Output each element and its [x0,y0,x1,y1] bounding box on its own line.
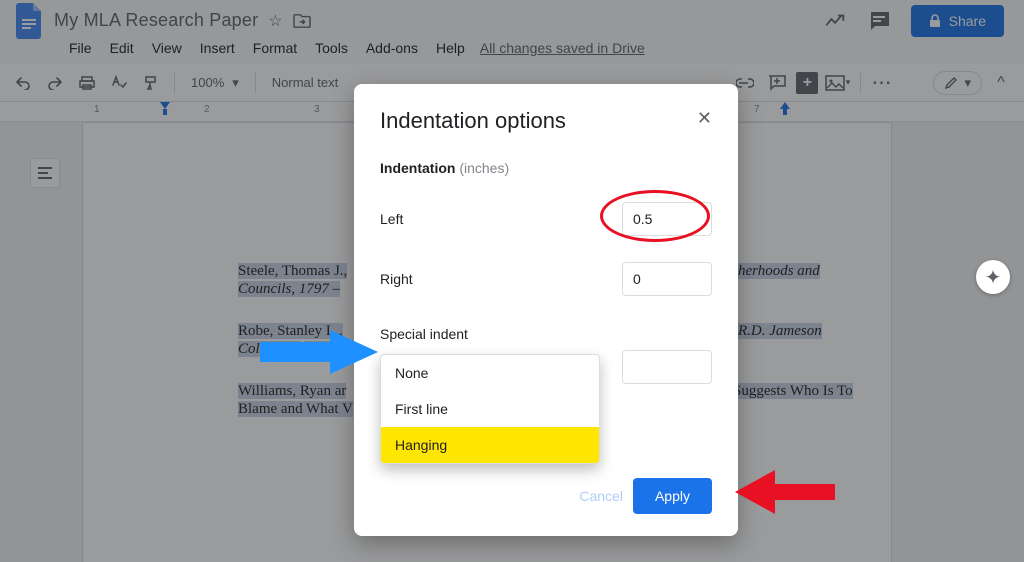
special-indent-dropdown[interactable]: None First line Hanging [380,354,600,464]
indentation-options-dialog: Indentation options ✕ Indentation (inche… [354,84,738,536]
special-indent-label: Special indent [380,326,712,342]
dropdown-option-first-line[interactable]: First line [381,391,599,427]
dropdown-option-hanging[interactable]: Hanging [381,427,599,463]
right-indent-row: Right [380,262,712,296]
close-button[interactable]: ✕ [697,108,712,129]
left-indent-input[interactable] [622,202,712,236]
left-indent-row: Left [380,202,712,236]
apply-button[interactable]: Apply [633,478,712,514]
special-indent-value-input[interactable] [622,350,712,384]
section-label: Indentation (inches) [380,160,712,176]
right-indent-label: Right [380,271,413,287]
cancel-button[interactable]: Cancel [579,488,623,504]
close-icon: ✕ [697,108,712,128]
dialog-title: Indentation options [380,108,566,134]
right-indent-input[interactable] [622,262,712,296]
left-indent-label: Left [380,211,403,227]
dropdown-option-none[interactable]: None [381,355,599,391]
explore-button[interactable]: ✦ [976,260,1010,294]
